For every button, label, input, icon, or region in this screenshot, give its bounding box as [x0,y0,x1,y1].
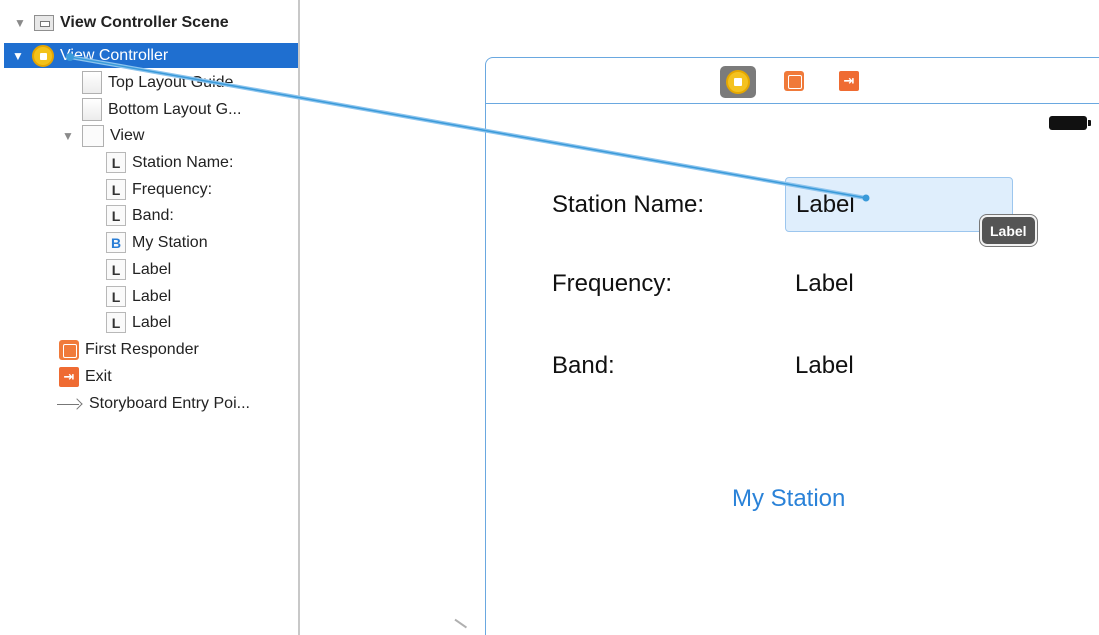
button-icon: B [106,232,126,253]
first-responder-icon [59,339,79,360]
outline-row-view[interactable]: ▼ View [62,123,144,148]
battery-icon [1049,116,1091,130]
outline-item-label: First Responder [85,340,199,358]
station-name-value-label[interactable]: Label [785,177,1013,232]
outline-item-label: Bottom Layout G... [108,100,242,118]
outline-row-view-controller[interactable]: ▼ View Controller [4,43,298,68]
entry-point-arrow-icon [57,397,83,411]
exit-icon: ⇥ [59,366,79,387]
dock-first-responder-icon[interactable] [784,71,804,91]
outline-item-label: Storyboard Entry Poi... [89,394,250,412]
outline-row-label-2[interactable]: L Label [106,284,171,309]
outline-item-label: Label [132,260,172,278]
outline-scene-title: View Controller Scene [60,13,229,31]
disclosure-triangle-icon[interactable]: ▼ [12,49,24,63]
outline-row-my-station[interactable]: B My Station [106,230,208,255]
outline-item-label: Band: [132,206,174,224]
view-icon [82,124,104,147]
my-station-button[interactable]: My Station [732,485,845,513]
label-icon: L [106,312,126,333]
outline-item-label: Label [132,287,172,305]
outline-row-band[interactable]: L Band: [106,203,174,228]
outline-row-station-name[interactable]: L Station Name: [106,150,233,175]
scene-icon [34,14,54,31]
outline-row-label-3[interactable]: L Label [106,310,171,335]
outline-row-label-1[interactable]: L Label [106,257,171,282]
layout-guide-icon [82,98,102,121]
outline-row-scene[interactable]: ▼ View Controller Scene [14,10,229,35]
disclosure-triangle-icon[interactable]: ▼ [62,129,74,143]
drag-target-tooltip: Label [979,214,1038,247]
outline-row-frequency[interactable]: L Frequency: [106,177,212,202]
outline-row-first-responder[interactable]: First Responder [59,337,199,362]
outline-item-label: View Controller [60,46,169,64]
band-caption[interactable]: Band: [552,352,615,380]
scene-dock: ⇥ [486,58,1099,104]
label-icon: L [106,286,126,307]
outline-item-label: Exit [85,367,112,385]
dock-view-controller-icon[interactable] [720,66,756,98]
label-icon: L [106,205,126,226]
view-controller-scene-canvas[interactable]: ⇥ Station Name: Label Frequency: Label B… [485,57,1099,635]
outline-item-label: My Station [132,233,208,251]
document-outline: ▼ View Controller Scene ▼ View Controlle… [0,0,298,635]
resize-handle-icon[interactable] [450,618,468,634]
outline-row-top-layout-guide[interactable]: Top Layout Guide [82,70,233,95]
split-view-divider[interactable] [298,0,300,635]
dock-exit-icon[interactable]: ⇥ [839,71,859,91]
view-controller-icon [32,44,54,67]
band-value-label[interactable]: Label [795,352,854,380]
station-name-caption[interactable]: Station Name: [552,191,704,219]
label-icon: L [106,152,126,173]
outline-item-label: Station Name: [132,153,234,171]
outline-item-label: Label [132,313,172,331]
outline-item-label: Top Layout Guide [108,73,234,91]
label-icon: L [106,179,126,200]
outline-item-label: View [110,126,145,144]
frequency-caption[interactable]: Frequency: [552,270,672,298]
outline-row-storyboard-entry-point[interactable]: Storyboard Entry Poi... [57,391,250,416]
layout-guide-icon [82,71,102,94]
frequency-value-label[interactable]: Label [795,270,854,298]
disclosure-triangle-icon[interactable]: ▼ [14,16,26,30]
outline-row-exit[interactable]: ⇥ Exit [59,364,112,389]
label-icon: L [106,259,126,280]
outline-item-label: Frequency: [132,180,213,198]
outline-row-bottom-layout-guide[interactable]: Bottom Layout G... [82,97,241,122]
